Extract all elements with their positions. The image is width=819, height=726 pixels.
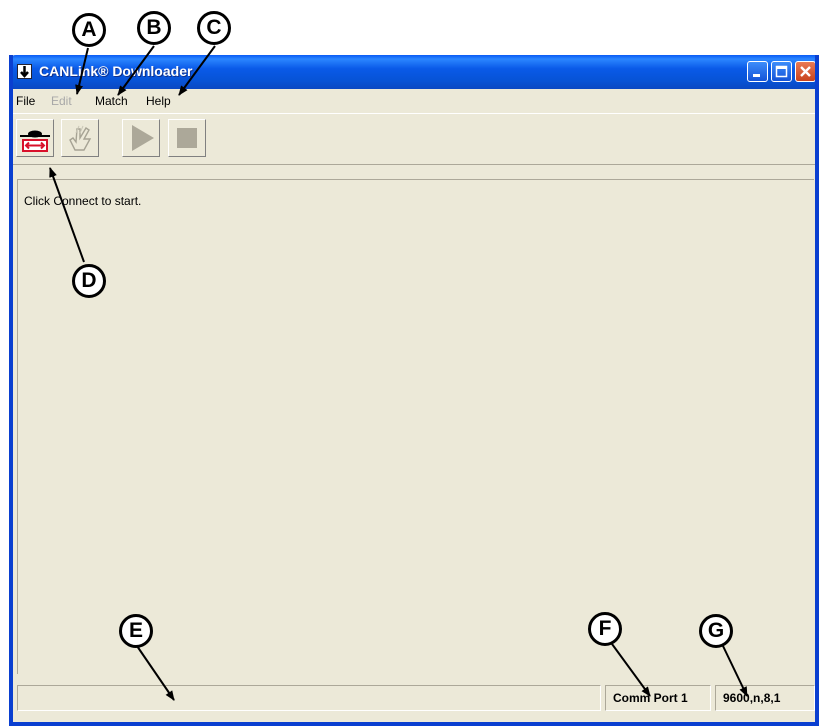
callout-f: F bbox=[588, 612, 622, 646]
arrow-a bbox=[75, 47, 89, 95]
arrow-f bbox=[611, 643, 651, 697]
callout-c: C bbox=[197, 11, 231, 45]
arrow-d bbox=[49, 167, 85, 263]
arrow-e bbox=[136, 645, 175, 701]
arrow-g bbox=[722, 645, 748, 697]
callout-g: G bbox=[699, 614, 733, 648]
callout-a: A bbox=[72, 13, 106, 47]
callout-d: D bbox=[72, 264, 106, 298]
callout-b: B bbox=[137, 11, 171, 45]
arrow-b bbox=[117, 45, 155, 96]
arrow-c bbox=[178, 45, 216, 96]
callout-arrows bbox=[49, 45, 748, 701]
callout-e: E bbox=[119, 614, 153, 648]
